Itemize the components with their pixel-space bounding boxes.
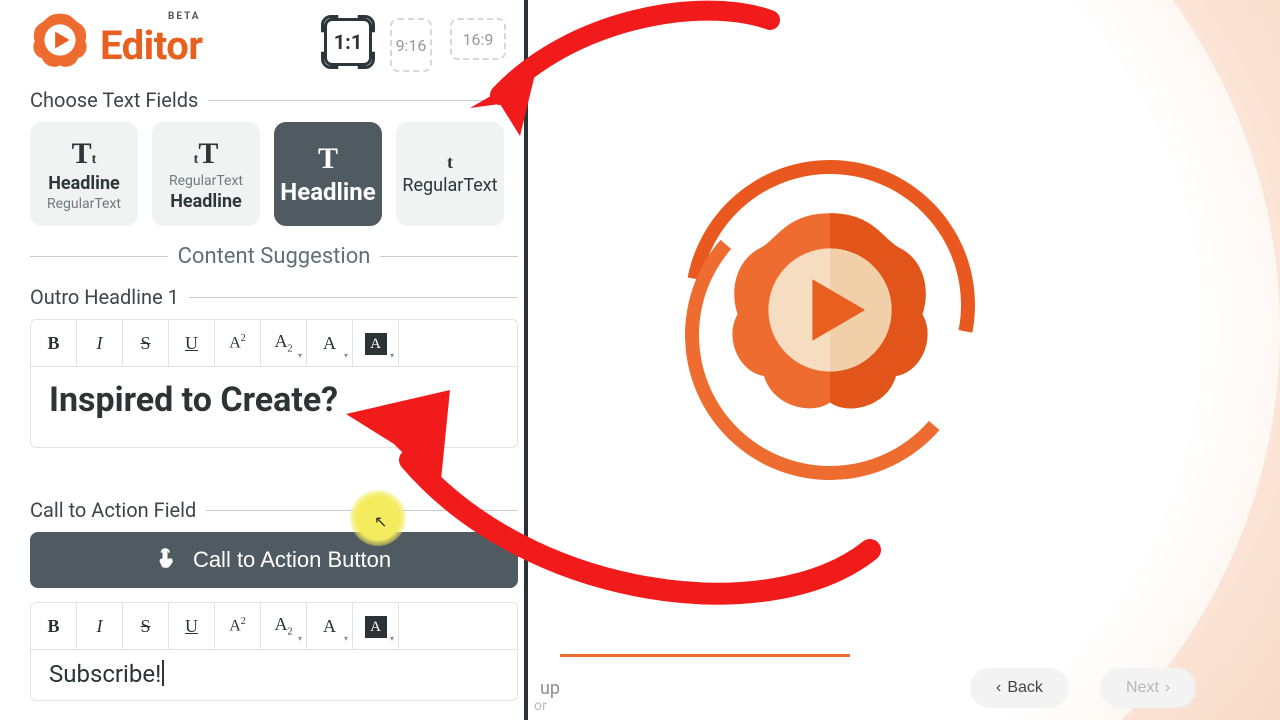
ratio-16-9[interactable]: 16:9	[450, 18, 506, 60]
text-color-button[interactable]: A▾	[307, 320, 353, 366]
card-line1: Headline	[48, 173, 120, 194]
section-choose-title: Choose Text Fields	[30, 88, 518, 112]
headline-editor: B I S U A2 A2▾ A▾ A▾ Inspired to Create?	[30, 319, 518, 448]
cursor-icon: ↖	[374, 512, 387, 531]
next-label: Next	[1126, 679, 1159, 697]
chevron-right-icon: ›	[1165, 679, 1170, 697]
layout-regular-only[interactable]: t RegularText	[396, 122, 504, 226]
type-icon: tT	[194, 137, 219, 171]
footer-word-2: or	[534, 698, 547, 714]
preview-progress-line	[560, 654, 850, 657]
footer-word-1: up	[540, 678, 560, 699]
cta-toggle-button[interactable]: Call to Action Button	[30, 532, 518, 588]
ratio-1-1[interactable]: 1:1	[324, 18, 372, 66]
underline-button[interactable]: U	[169, 603, 215, 649]
card-line2: Headline	[170, 191, 242, 212]
layout-regular-headline[interactable]: tT RegularText Headline	[152, 122, 260, 226]
app-frame: up or ‹ Back Next › BETA Editor 1:1 9:16…	[0, 0, 1280, 720]
layout-headline-only[interactable]: T Headline	[274, 122, 382, 226]
superscript-button[interactable]: A2	[215, 320, 261, 366]
cta-field-title: Call to Action Field	[30, 498, 518, 522]
bold-button[interactable]: B	[31, 603, 77, 649]
section-choose-label: Choose Text Fields	[30, 88, 198, 112]
rule-icon	[208, 100, 518, 101]
headline-input[interactable]: Inspired to Create?	[31, 367, 517, 447]
ratio-9-16[interactable]: 9:16	[390, 18, 432, 72]
underline-button[interactable]: U	[169, 320, 215, 366]
bold-button[interactable]: B	[31, 320, 77, 366]
subscript-button[interactable]: A2▾	[261, 603, 307, 649]
aspect-ratio-group: 1:1 9:16 16:9	[324, 18, 506, 72]
layout-headline-regular[interactable]: Tt Headline RegularText	[30, 122, 138, 226]
back-label: Back	[1007, 679, 1043, 697]
headline-field-label: Outro Headline 1	[30, 285, 179, 309]
chevron-left-icon: ‹	[996, 679, 1001, 697]
section-suggestion-label: Content Suggestion	[178, 244, 371, 269]
headline-toolbar: B I S U A2 A2▾ A▾ A▾	[31, 320, 517, 367]
headline-field-title: Outro Headline 1	[30, 285, 518, 309]
italic-button[interactable]: I	[77, 320, 123, 366]
superscript-button[interactable]: A2	[215, 603, 261, 649]
type-icon: T	[318, 142, 338, 176]
rule-icon	[380, 256, 518, 257]
card-line1: Headline	[280, 178, 375, 206]
brand-title: Editor	[100, 22, 202, 69]
back-button[interactable]: ‹ Back	[970, 668, 1069, 708]
card-line2: RegularText	[47, 196, 121, 212]
strikethrough-button[interactable]: S	[123, 603, 169, 649]
subscript-button[interactable]: A2▾	[261, 320, 307, 366]
next-button[interactable]: Next ›	[1100, 668, 1196, 708]
italic-button[interactable]: I	[77, 603, 123, 649]
brand-badge: BETA	[168, 11, 201, 22]
cta-toggle-label: Call to Action Button	[193, 547, 391, 573]
text-caret-icon	[162, 660, 164, 686]
type-icon: t	[447, 152, 453, 173]
text-color-button[interactable]: A▾	[307, 603, 353, 649]
rule-icon	[30, 256, 168, 257]
highlight-button[interactable]: A▾	[353, 603, 399, 649]
strikethrough-button[interactable]: S	[123, 320, 169, 366]
highlight-button[interactable]: A▾	[353, 320, 399, 366]
tap-icon	[157, 547, 179, 573]
section-suggestion-title: Content Suggestion	[30, 244, 518, 269]
cta-editor: B I S U A2 A2▾ A▾ A▾ Subscribe!	[30, 602, 518, 701]
editor-panel: BETA Editor 1:1 9:16 16:9 Choose Text Fi…	[24, 0, 524, 720]
cta-input[interactable]: Subscribe!	[31, 650, 517, 700]
card-line1: RegularText	[169, 173, 243, 189]
cta-field-label: Call to Action Field	[30, 498, 196, 522]
rule-icon	[189, 297, 518, 298]
type-icon: Tt	[72, 137, 97, 171]
brand-lion-icon	[30, 10, 90, 70]
preview-lion-logo	[720, 200, 940, 420]
card-line1: RegularText	[402, 175, 497, 196]
cta-toolbar: B I S U A2 A2▾ A▾ A▾	[31, 603, 517, 650]
text-field-cards: Tt Headline RegularText tT RegularText H…	[30, 122, 518, 226]
